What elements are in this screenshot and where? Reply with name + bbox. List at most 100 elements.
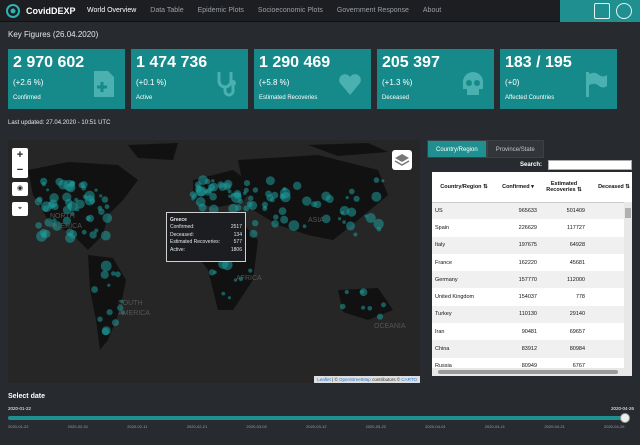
case-bubble[interactable] [373,177,380,183]
case-bubble[interactable] [42,229,51,238]
case-bubble[interactable] [321,191,331,201]
case-bubble[interactable] [360,289,365,294]
case-bubble[interactable] [227,189,232,194]
case-bubble[interactable] [42,205,49,212]
search-input[interactable] [548,160,632,170]
case-bubble[interactable] [49,193,59,203]
case-bubble[interactable] [217,181,225,189]
case-bubble[interactable] [207,183,216,191]
case-bubble[interactable] [344,289,349,295]
case-bubble[interactable] [65,198,73,207]
case-bubble[interactable] [342,220,346,224]
case-bubble[interactable] [41,181,46,187]
case-bubble[interactable] [46,188,50,192]
case-bubble[interactable] [208,269,216,276]
case-bubble[interactable] [271,220,279,228]
case-bubble[interactable] [353,232,358,237]
case-bubble[interactable] [100,260,112,272]
case-bubble[interactable] [112,319,119,327]
case-bubble[interactable] [107,283,111,287]
world-map[interactable]: NORTH AMERICA SOUTH AMERICA AFRICA ASIA … [8,140,420,383]
case-bubble[interactable] [345,196,349,200]
column-header-recoveries[interactable]: Estimated Recoveries ⇅ [540,172,588,203]
table-vertical-scrollbar[interactable] [624,202,632,368]
osm-link[interactable]: OpenStreetMap [339,377,371,382]
tab-country-region[interactable]: Country/Region [427,140,487,158]
case-bubble[interactable] [271,191,279,199]
nav-socioeconomic-plots[interactable]: Socioeconomic Plots [251,0,330,22]
case-bubble[interactable] [365,213,376,223]
case-bubble[interactable] [243,187,249,193]
table-row[interactable]: China8391280984463 [432,340,632,358]
case-bubble[interactable] [100,230,111,241]
case-bubble[interactable] [252,220,259,227]
zoom-in-button[interactable]: + [12,148,28,163]
case-bubble[interactable] [353,195,360,202]
nav-epidemic-plots[interactable]: Epidemic Plots [191,0,251,22]
case-bubble[interactable] [198,175,208,185]
case-bubble[interactable] [191,196,196,201]
column-header-deceased[interactable]: Deceased ⇅ [588,172,632,203]
case-bubble[interactable] [288,220,300,231]
case-bubble[interactable] [247,195,254,202]
case-bubble[interactable] [91,286,98,293]
table-row[interactable]: Spain2266291177272319 [432,219,632,237]
case-bubble[interactable] [280,191,291,203]
case-bubble[interactable] [339,303,346,310]
case-bubble[interactable] [263,205,267,209]
column-header-country[interactable]: Country/Region ⇅ [432,172,496,203]
nav-about[interactable]: About [416,0,448,22]
case-bubble[interactable] [381,179,385,183]
tab-province-state[interactable]: Province/State [486,140,544,158]
case-bubble[interactable] [97,316,103,322]
case-bubble[interactable] [346,221,355,231]
case-bubble[interactable] [338,217,342,221]
case-bubble[interactable] [339,205,350,216]
case-bubble[interactable] [381,302,386,308]
case-bubble[interactable] [376,226,382,232]
reset-view-icon[interactable]: ◉ [12,182,28,196]
case-bubble[interactable] [311,201,317,208]
case-bubble[interactable] [248,268,253,273]
case-bubble[interactable] [282,187,287,192]
case-bubble[interactable] [361,305,366,310]
table-horizontal-scrollbar[interactable] [432,368,632,376]
case-bubble[interactable] [348,188,355,195]
table-row[interactable]: Turkey11013029140280 [432,305,632,324]
scrollbar-thumb[interactable] [438,370,618,374]
table-row[interactable]: US9656335014095375 [432,202,632,220]
date-slider[interactable] [8,416,624,420]
case-bubble[interactable] [364,214,368,218]
case-bubble[interactable] [237,198,243,204]
brand[interactable]: CovidDEXP [4,2,76,20]
case-bubble[interactable] [106,309,113,316]
case-bubble[interactable] [293,181,302,190]
case-bubble[interactable] [302,224,307,229]
case-bubble[interactable] [69,180,76,187]
case-bubble[interactable] [252,187,259,193]
case-bubble[interactable] [367,306,373,311]
nav-government-response[interactable]: Government Response [330,0,416,22]
column-header-confirmed[interactable]: Confirmed ▾ [496,172,540,203]
case-bubble[interactable] [81,229,87,235]
case-bubble[interactable] [198,203,207,212]
scrollbar-thumb[interactable] [625,208,631,218]
case-bubble[interactable] [302,196,312,206]
case-bubble[interactable] [101,196,109,203]
case-bubble[interactable] [211,179,215,183]
case-bubble[interactable] [243,180,251,187]
nav-world-overview[interactable]: World Overview [80,0,143,22]
case-bubble[interactable] [35,222,42,229]
case-bubble[interactable] [55,177,64,186]
leaflet-link[interactable]: Leaflet [317,377,331,382]
table-row[interactable]: Iran9048169657571 [432,323,632,341]
carto-link[interactable]: CARTO [401,377,417,382]
case-bubble[interactable] [376,313,384,320]
case-bubble[interactable] [65,233,76,243]
case-bubble[interactable] [230,192,235,197]
case-bubble[interactable] [227,296,231,300]
case-bubble[interactable] [273,214,279,220]
case-bubble[interactable] [223,182,231,191]
case-bubble[interactable] [85,215,91,221]
case-bubble[interactable] [221,291,226,296]
